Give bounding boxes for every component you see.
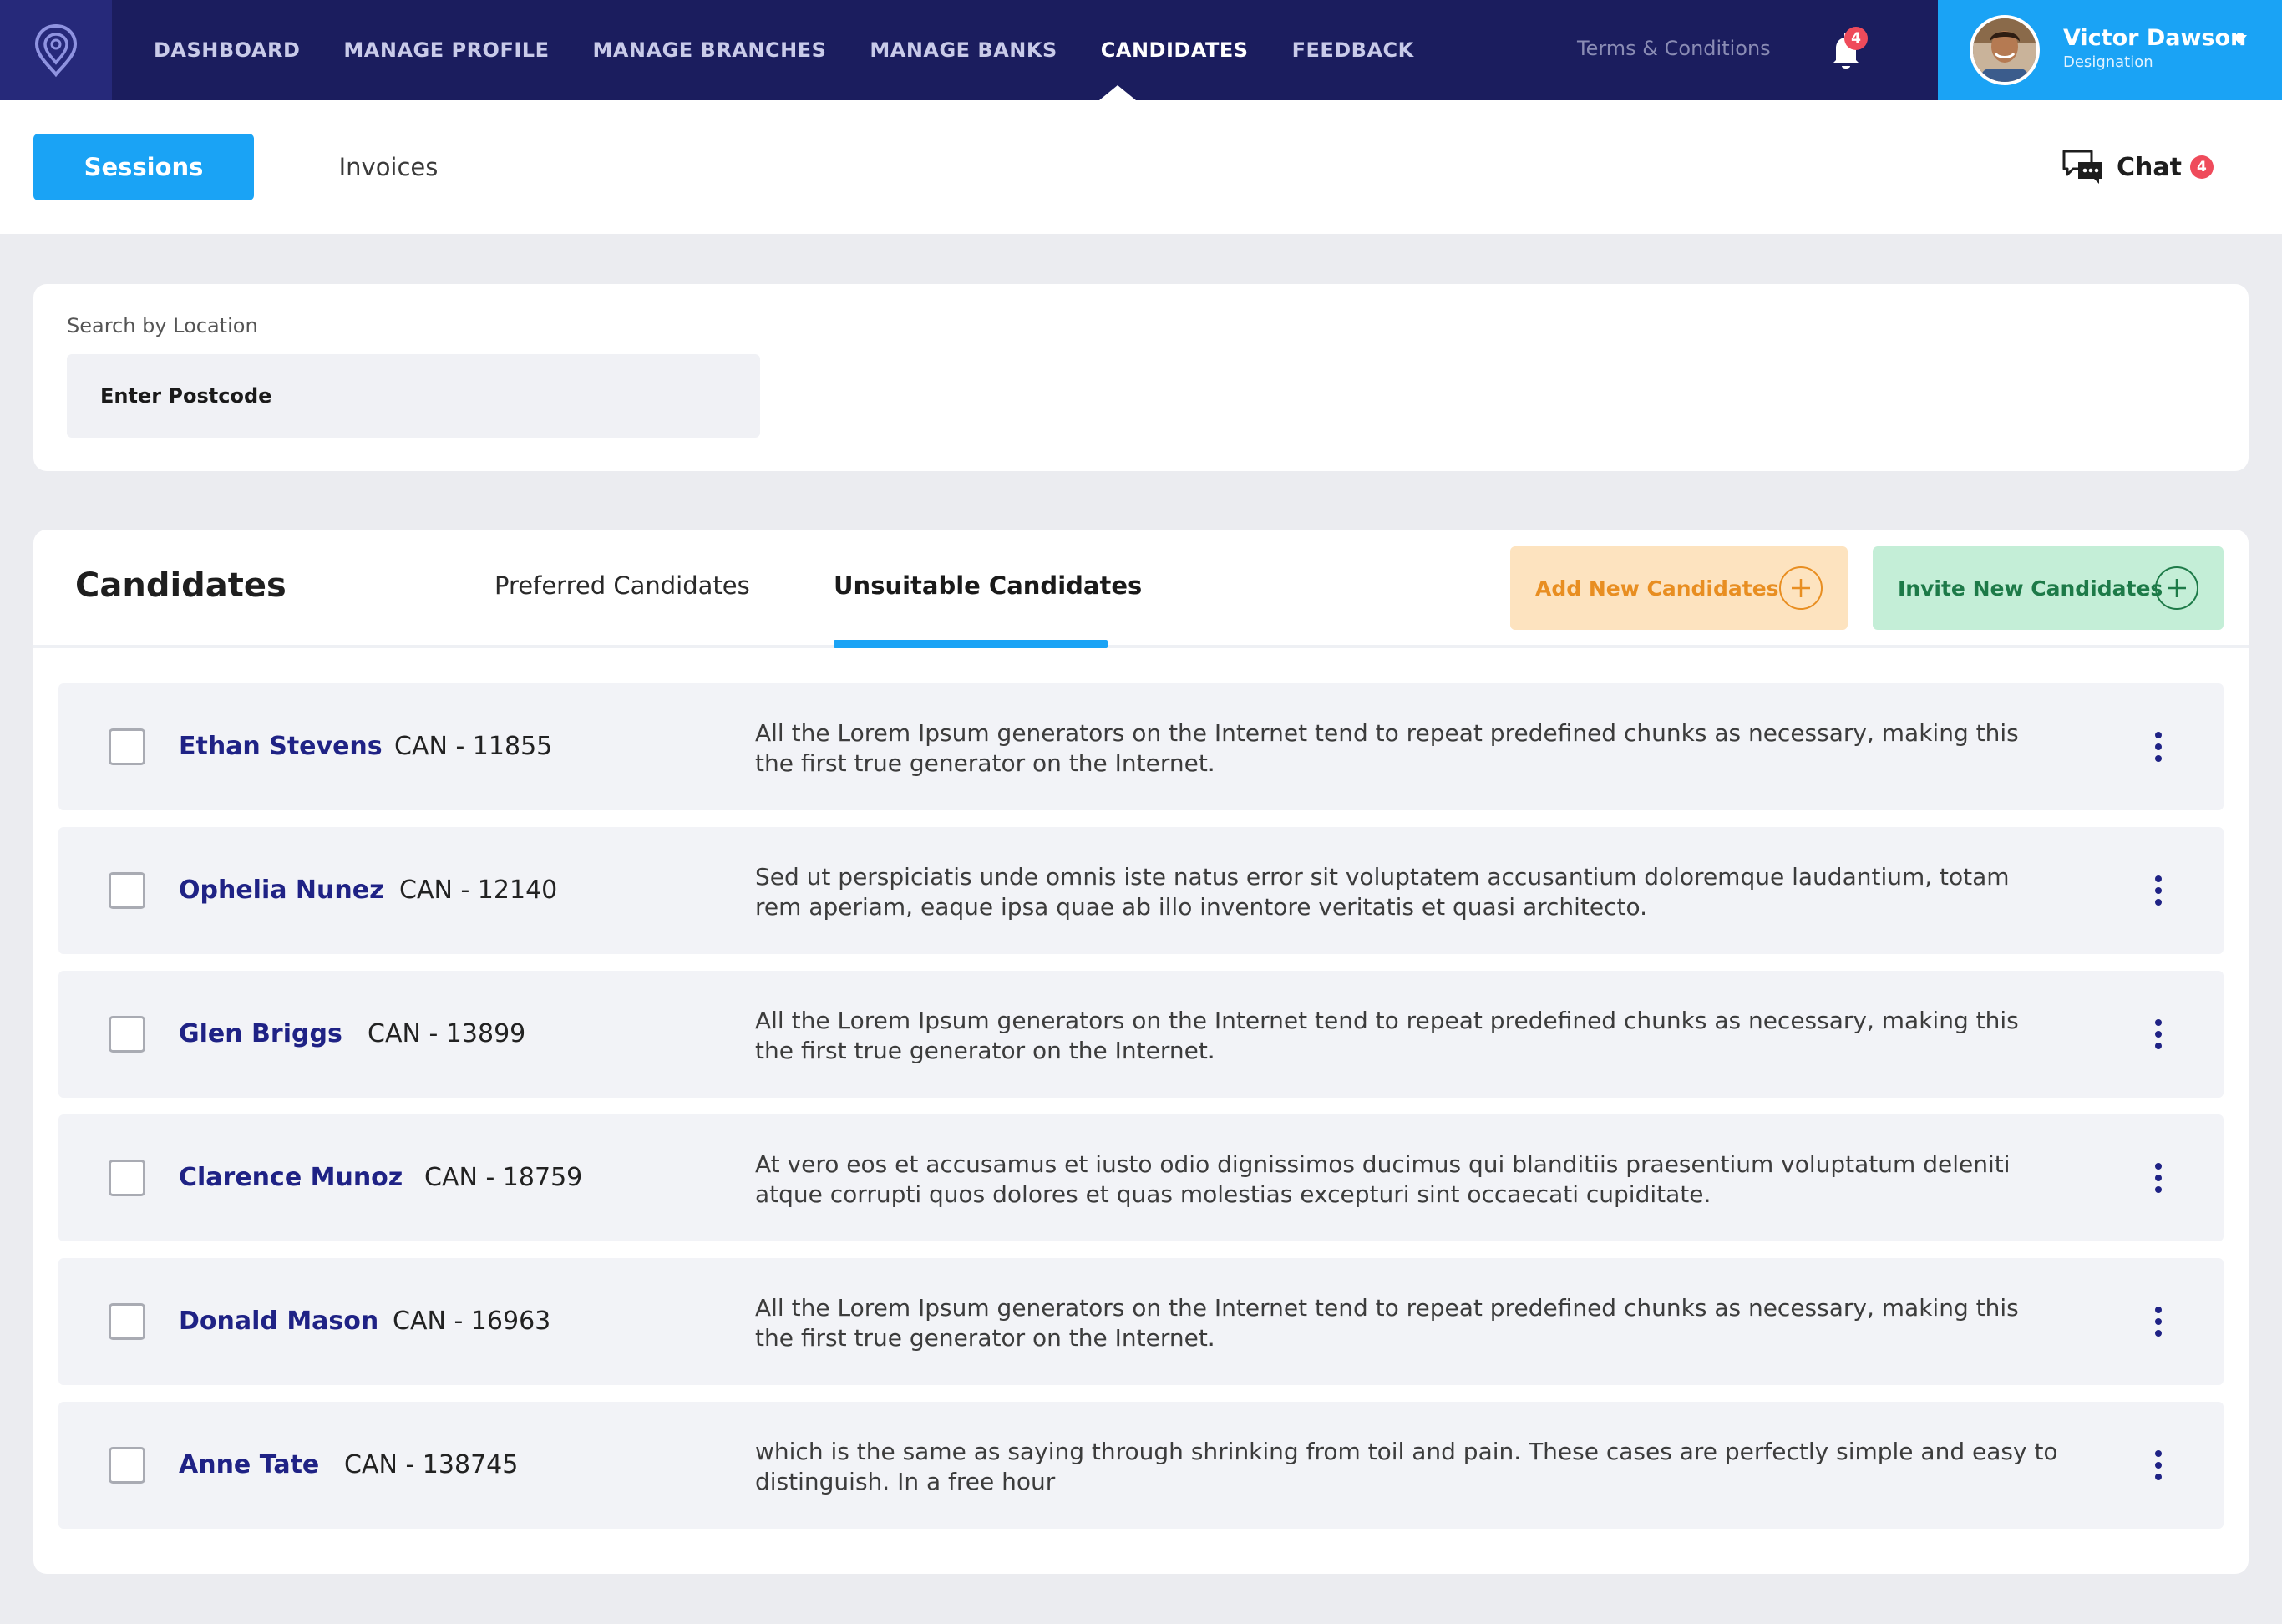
tab-preferred-candidates[interactable]: Preferred Candidates [494,571,750,600]
sessions-tab-button[interactable]: Sessions [33,134,254,200]
candidate-id: CAN - 12140 [399,875,558,905]
invoices-tab-button[interactable]: Invoices [301,134,476,200]
location-pin-logo-icon [34,23,78,78]
nav-feedback[interactable]: FEEDBACK [1292,38,1414,62]
list-item: Clarence Munoz CAN - 18759 At vero eos e… [58,1114,2224,1241]
candidate-checkbox[interactable] [109,1447,145,1484]
plus-circle-icon [1779,566,1823,610]
notifications-button[interactable]: 4 [1821,25,1871,75]
nav-manage-profile[interactable]: MANAGE PROFILE [343,38,549,62]
candidate-name[interactable]: Anne Tate [179,1450,319,1479]
nav-candidates[interactable]: CANDIDATES [1101,38,1249,62]
candidate-checkbox[interactable] [109,872,145,909]
list-item: Ophelia Nunez CAN - 12140 Sed ut perspic… [58,827,2224,954]
postcode-input[interactable] [67,354,760,438]
row-menu-button[interactable] [2138,1014,2178,1054]
row-menu-button[interactable] [2138,870,2178,911]
main-menu: DASHBOARD MANAGE PROFILE MANAGE BRANCHES… [154,0,1458,100]
candidates-panel: Candidates Preferred Candidates Unsuitab… [33,530,2249,1574]
kebab-menu-icon [2155,1450,2162,1480]
nav-manage-branches[interactable]: MANAGE BRANCHES [592,38,826,62]
candidate-name[interactable]: Clarence Munoz [179,1163,403,1192]
list-item: Glen Briggs CAN - 13899 All the Lorem Ip… [58,971,2224,1098]
tab-unsuitable-candidates[interactable]: Unsuitable Candidates [834,571,1142,600]
candidate-checkbox[interactable] [109,1016,145,1053]
row-menu-button[interactable] [2138,727,2178,767]
candidate-description: which is the same as saying through shri… [755,1438,2058,1495]
list-item: Ethan Stevens CAN - 11855 All the Lorem … [58,683,2224,810]
candidate-id: CAN - 18759 [424,1163,583,1192]
app-logo[interactable] [0,0,112,100]
user-menu[interactable]: Victor Dawson Designation [1938,0,2282,100]
candidate-description: All the Lorem Ipsum generators on the In… [755,1294,2019,1352]
candidate-name[interactable]: Ophelia Nunez [179,875,384,905]
top-navigation: DASHBOARD MANAGE PROFILE MANAGE BRANCHES… [0,0,2282,100]
kebab-menu-icon [2155,875,2162,906]
avatar-portrait-image [1973,18,2036,82]
active-tab-indicator [834,640,1108,648]
kebab-menu-icon [2155,1163,2162,1193]
add-new-candidates-label: Add New Candidates [1535,576,1779,601]
candidate-id: CAN - 13899 [368,1019,526,1048]
candidate-id: CAN - 16963 [393,1307,551,1336]
list-item: Anne Tate CAN - 138745 which is the same… [58,1402,2224,1529]
candidate-checkbox[interactable] [109,1303,145,1340]
candidate-name[interactable]: Glen Briggs [179,1019,342,1048]
notifications-count-badge: 4 [1844,27,1868,50]
nav-dashboard[interactable]: DASHBOARD [154,38,300,62]
candidate-description: Sed ut perspiciatis unde omnis iste natu… [755,863,2010,921]
row-menu-button[interactable] [2138,1445,2178,1485]
nav-manage-banks[interactable]: MANAGE BANKS [870,38,1057,62]
candidate-description: At vero eos et accusamus et iusto odio d… [755,1150,2011,1208]
candidates-header: Candidates Preferred Candidates Unsuitab… [33,530,2249,648]
active-nav-indicator [1099,85,1136,100]
candidate-name[interactable]: Ethan Stevens [179,732,383,761]
add-new-candidates-button[interactable]: Add New Candidates [1510,546,1848,630]
row-menu-button[interactable] [2138,1302,2178,1342]
candidate-checkbox[interactable] [109,1160,145,1196]
candidate-description: All the Lorem Ipsum generators on the In… [755,1007,2019,1064]
candidate-id: CAN - 11855 [394,732,553,761]
chat-bubbles-icon [2062,150,2102,184]
location-search-panel: Search by Location [33,284,2249,471]
row-menu-button[interactable] [2138,1158,2178,1198]
invite-new-candidates-label: Invite New Candidates [1898,576,2163,601]
chevron-down-icon [2232,35,2247,44]
user-designation: Designation [2063,53,2153,71]
candidate-name[interactable]: Donald Mason [179,1307,378,1336]
chat-label: Chat [2117,152,2182,182]
avatar [1970,15,2040,85]
list-item: Donald Mason CAN - 16963 All the Lorem I… [58,1258,2224,1385]
chat-button[interactable]: Chat 4 [2061,147,2214,187]
chat-count-badge: 4 [2189,155,2214,179]
kebab-menu-icon [2155,1019,2162,1049]
candidate-description: All the Lorem Ipsum generators on the In… [755,719,2019,777]
kebab-menu-icon [2155,1307,2162,1337]
candidates-title: Candidates [75,566,287,605]
kebab-menu-icon [2155,732,2162,762]
candidate-id: CAN - 138745 [344,1450,519,1479]
search-label: Search by Location [67,314,258,337]
invite-new-candidates-button[interactable]: Invite New Candidates [1873,546,2224,630]
candidate-list: Ethan Stevens CAN - 11855 All the Lorem … [58,683,2224,1545]
user-name: Victor Dawson [2063,25,2247,51]
plus-circle-icon [2155,566,2198,610]
candidate-checkbox[interactable] [109,728,145,765]
terms-and-conditions-link[interactable]: Terms & Conditions [1577,37,1771,60]
section-toolbar: Sessions Invoices Chat 4 [0,100,2282,234]
